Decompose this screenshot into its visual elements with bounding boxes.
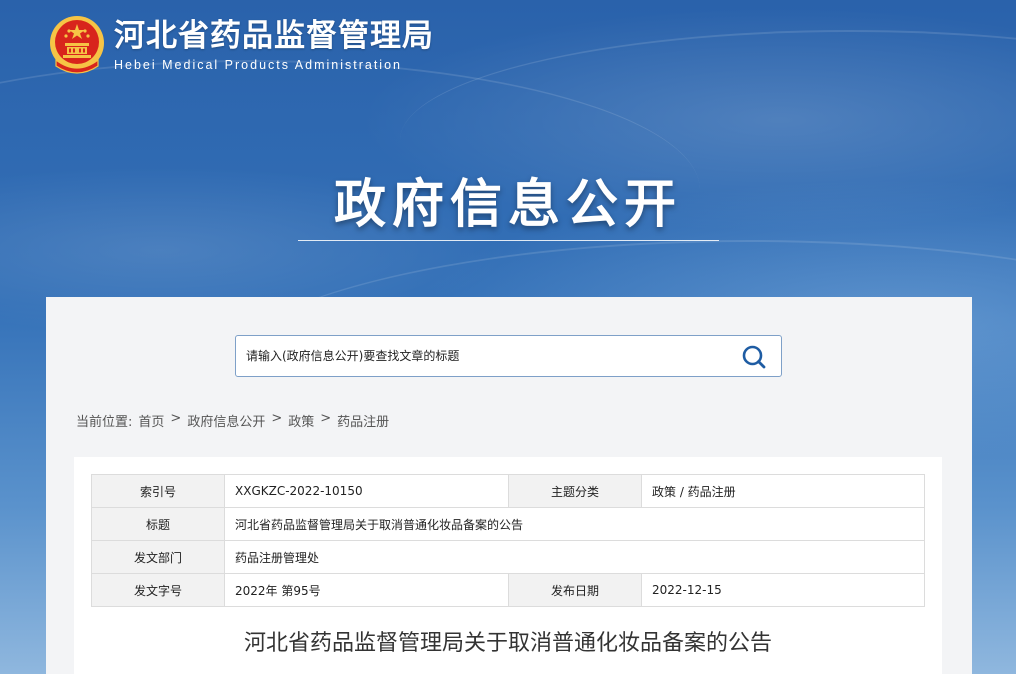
breadcrumb-policy[interactable]: 政策: [288, 411, 314, 430]
breadcrumb-separator: >: [170, 411, 182, 426]
main-panel: 当前位置: 首页 > 政府信息公开 > 政策 > 药品注册 索引号 XXGKZC…: [46, 297, 972, 674]
table-row: 标题 河北省药品监督管理局关于取消普通化妆品备案的公告: [91, 507, 925, 541]
title-label: 标题: [91, 507, 225, 541]
title-value: 河北省药品监督管理局关于取消普通化妆品备案的公告: [224, 507, 925, 541]
breadcrumb-separator: >: [320, 411, 332, 426]
site-name-en: Hebei Medical Products Administration: [114, 58, 402, 72]
breadcrumb-prefix: 当前位置:: [76, 415, 133, 430]
search-input[interactable]: [246, 344, 726, 368]
breadcrumb-separator: >: [271, 411, 283, 426]
article-container: 索引号 XXGKZC-2022-10150 主题分类 政策 / 药品注册 标题 …: [74, 457, 942, 674]
date-value: 2022-12-15: [641, 573, 925, 607]
topic-value: 政策 / 药品注册: [641, 474, 925, 508]
article-title: 河北省药品监督管理局关于取消普通化妆品备案的公告: [243, 631, 772, 656]
search-icon[interactable]: [741, 344, 767, 370]
dept-value: 药品注册管理处: [224, 540, 925, 574]
index-label: 索引号: [91, 474, 225, 508]
date-label: 发布日期: [508, 573, 642, 607]
search-bar: [235, 335, 782, 377]
breadcrumb: 当前位置: 首页 > 政府信息公开 > 政策 > 药品注册: [76, 411, 389, 430]
site-name-cn: 河北省药品监督管理局: [114, 18, 434, 54]
topic-label: 主题分类: [508, 474, 642, 508]
breadcrumb-gov-info[interactable]: 政府信息公开: [187, 411, 265, 430]
docno-value: 2022年 第95号: [224, 573, 509, 607]
table-row: 发文字号 2022年 第95号 发布日期 2022-12-15: [91, 573, 925, 607]
document-meta-table: 索引号 XXGKZC-2022-10150 主题分类 政策 / 药品注册 标题 …: [91, 474, 925, 607]
index-value: XXGKZC-2022-10150: [224, 474, 509, 508]
docno-label: 发文字号: [91, 573, 225, 607]
breadcrumb-home[interactable]: 首页: [138, 411, 164, 430]
national-emblem-icon: [50, 16, 104, 74]
breadcrumb-drug-registration[interactable]: 药品注册: [337, 411, 389, 430]
table-row: 索引号 XXGKZC-2022-10150 主题分类 政策 / 药品注册: [91, 474, 925, 508]
site-logo[interactable]: 河北省药品监督管理局 Hebei Medical Products Admini…: [48, 14, 434, 76]
dept-label: 发文部门: [91, 540, 225, 574]
title-divider: [298, 240, 719, 241]
page-title: 政府信息公开: [333, 175, 682, 235]
table-row: 发文部门 药品注册管理处: [91, 540, 925, 574]
